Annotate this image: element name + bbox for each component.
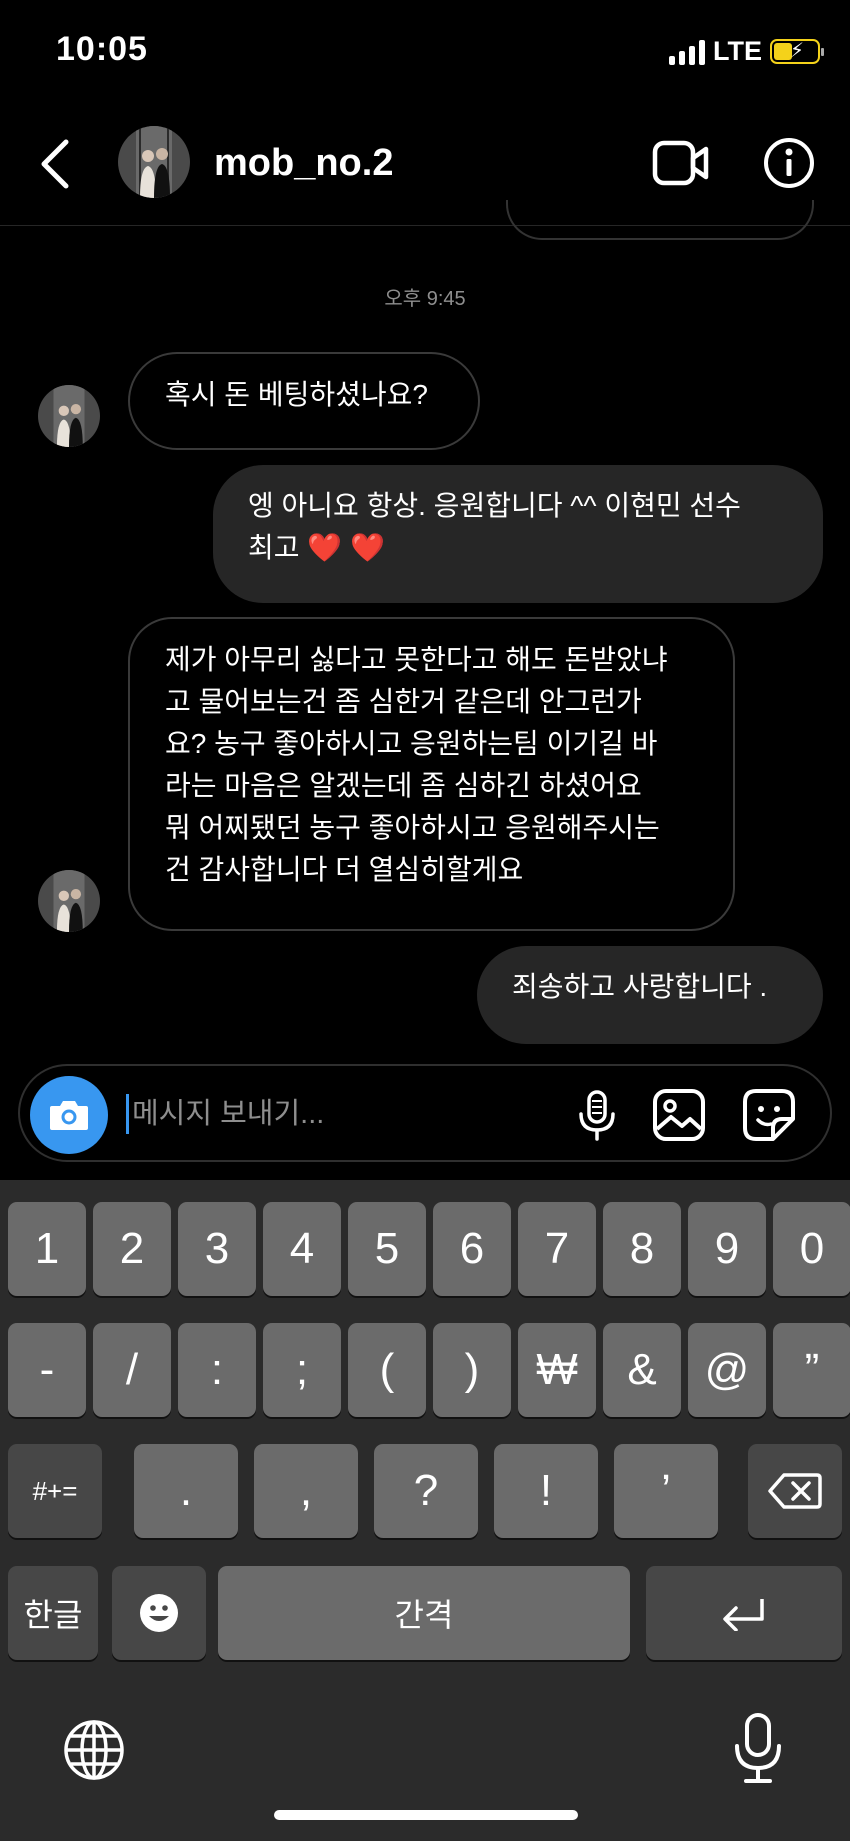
sticker-icon bbox=[743, 1089, 795, 1141]
info-icon bbox=[764, 138, 814, 188]
keyboard-key[interactable]: @ bbox=[688, 1323, 766, 1417]
keyboard-key[interactable]: ) bbox=[433, 1323, 511, 1417]
back-button[interactable] bbox=[36, 136, 76, 192]
message-timestamp: 오후 9:45 bbox=[384, 288, 466, 310]
camera-button[interactable] bbox=[30, 1076, 108, 1154]
keyboard-key[interactable]: 0 bbox=[773, 1202, 850, 1296]
keyboard-key[interactable]: 7 bbox=[518, 1202, 596, 1296]
message-input[interactable] bbox=[132, 1086, 562, 1142]
keyboard-key[interactable]: 1 bbox=[8, 1202, 86, 1296]
keyboard-key[interactable]: 9 bbox=[688, 1202, 766, 1296]
dictation-icon bbox=[735, 1713, 781, 1783]
previous-message-edge bbox=[506, 200, 814, 240]
video-call-button[interactable] bbox=[652, 138, 710, 188]
status-time: 10:05 bbox=[56, 30, 148, 68]
sender-avatar[interactable] bbox=[38, 870, 100, 932]
keyboard-key[interactable]: 5 bbox=[348, 1202, 426, 1296]
keyboard-key[interactable]: & bbox=[603, 1323, 681, 1417]
sticker-button[interactable] bbox=[742, 1088, 796, 1142]
gallery-button[interactable] bbox=[652, 1088, 706, 1142]
chat-username[interactable]: mob_no.2 bbox=[214, 142, 393, 185]
back-icon bbox=[41, 139, 69, 189]
message-text: 엥 아니요 항상. 응원합니다 ^^ 이현민 선수 최고 ❤️ ❤️ bbox=[248, 490, 741, 563]
keyboard: 1234567890 - /:;() ₩ & @” #+= .,?!’ 한글 간격 bbox=[0, 1180, 850, 1841]
keyboard-key[interactable]: / bbox=[93, 1323, 171, 1417]
status-indicators: LTE ⚡ bbox=[669, 36, 824, 67]
camera-icon bbox=[50, 1101, 88, 1130]
keyboard-key[interactable]: , bbox=[254, 1444, 358, 1538]
message-composer bbox=[18, 1064, 832, 1162]
microphone-icon bbox=[579, 1090, 615, 1141]
return-icon bbox=[723, 1599, 764, 1631]
keyboard-switch-button[interactable] bbox=[62, 1718, 126, 1782]
message-bubble-sent[interactable]: 엥 아니요 항상. 응원합니다 ^^ 이현민 선수 최고 ❤️ ❤️ bbox=[213, 465, 823, 603]
keyboard-key[interactable]: 4 bbox=[263, 1202, 341, 1296]
message-bubble-received[interactable]: 혹시 돈 베팅하셨나요? bbox=[128, 352, 480, 450]
keyboard-key[interactable]: ; bbox=[263, 1323, 341, 1417]
backspace-icon bbox=[768, 1473, 822, 1509]
keyboard-key[interactable]: ” bbox=[773, 1323, 850, 1417]
sender-avatar[interactable] bbox=[38, 385, 100, 447]
keyboard-key[interactable]: ₩ bbox=[518, 1323, 596, 1417]
keyboard-key[interactable]: - bbox=[8, 1323, 86, 1417]
keyboard-key[interactable]: ! bbox=[494, 1444, 598, 1538]
keyboard-key[interactable]: 3 bbox=[178, 1202, 256, 1296]
language-key[interactable]: 한글 bbox=[8, 1566, 98, 1660]
info-button[interactable] bbox=[762, 136, 816, 190]
video-call-icon bbox=[652, 140, 709, 186]
message-bubble-received[interactable]: 제가 아무리 싫다고 못한다고 해도 돈받았냐 고 물어보는건 좀 심한거 같은… bbox=[128, 617, 735, 931]
keyboard-key[interactable]: 6 bbox=[433, 1202, 511, 1296]
emoji-key[interactable] bbox=[112, 1566, 206, 1660]
keyboard-key[interactable]: 2 bbox=[93, 1202, 171, 1296]
keyboard-key[interactable]: ’ bbox=[614, 1444, 718, 1538]
dictation-button[interactable] bbox=[732, 1712, 784, 1784]
keyboard-key[interactable]: ? bbox=[374, 1444, 478, 1538]
network-label: LTE bbox=[713, 36, 762, 66]
keyboard-key[interactable]: ( bbox=[348, 1323, 426, 1417]
return-key[interactable] bbox=[646, 1566, 842, 1660]
status-bar: 10:05 LTE ⚡ bbox=[0, 0, 850, 100]
symbols-toggle-key[interactable]: #+= bbox=[8, 1444, 102, 1538]
voice-message-button[interactable] bbox=[570, 1088, 624, 1142]
home-indicator[interactable] bbox=[274, 1810, 578, 1820]
keyboard-key[interactable]: : bbox=[178, 1323, 256, 1417]
battery-icon: ⚡ bbox=[770, 39, 824, 64]
message-bubble-sent[interactable]: 죄송하고 사랑합니다 . bbox=[477, 946, 823, 1044]
backspace-key[interactable] bbox=[748, 1444, 842, 1538]
globe-icon bbox=[64, 1720, 124, 1780]
emoji-icon bbox=[140, 1594, 178, 1632]
keyboard-key[interactable]: . bbox=[134, 1444, 238, 1538]
text-caret bbox=[126, 1094, 129, 1134]
signal-icon bbox=[669, 39, 705, 65]
keyboard-key[interactable]: 8 bbox=[603, 1202, 681, 1296]
space-key[interactable]: 간격 bbox=[218, 1566, 630, 1660]
gallery-icon bbox=[653, 1089, 705, 1141]
header-avatar[interactable] bbox=[118, 126, 190, 198]
